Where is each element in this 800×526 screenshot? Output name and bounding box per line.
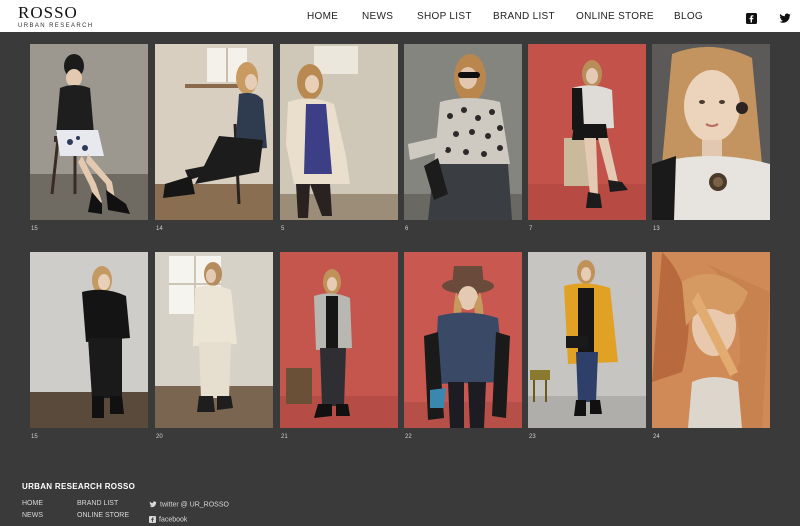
- nav-home[interactable]: HOME: [307, 11, 338, 22]
- look-number: 23: [529, 434, 536, 440]
- main-nav: HOME NEWS SHOP LIST BRAND LIST ONLINE ST…: [0, 11, 800, 23]
- footer-facebook-link[interactable]: facebook: [149, 516, 187, 523]
- look-photo[interactable]: [528, 44, 646, 220]
- look-number: 21: [281, 434, 288, 440]
- site-header: ROSSO URBAN RESEARCH HOME NEWS SHOP LIST…: [0, 0, 800, 32]
- look-number: 24: [653, 434, 660, 440]
- logo-subtext: URBAN RESEARCH: [18, 23, 94, 29]
- nav-shop-list[interactable]: SHOP LIST: [417, 11, 472, 22]
- nav-online-store[interactable]: ONLINE STORE: [576, 11, 654, 22]
- look-photo[interactable]: [30, 44, 148, 220]
- look-number: 7: [529, 226, 533, 232]
- footer-link-brand-list[interactable]: BRAND LIST: [77, 500, 118, 507]
- look-number: 13: [653, 226, 660, 232]
- footer-link-home[interactable]: HOME: [22, 500, 43, 507]
- facebook-icon[interactable]: [746, 11, 757, 24]
- nav-blog[interactable]: BLOG: [674, 11, 703, 22]
- look-photo[interactable]: [652, 252, 770, 428]
- twitter-icon: [149, 501, 157, 508]
- look-number: 15: [31, 434, 38, 440]
- look-number: 22: [405, 434, 412, 440]
- look-number: 20: [156, 434, 163, 440]
- look-photo[interactable]: [280, 44, 398, 220]
- footer-twitter-label: twitter @ UR_ROSSO: [160, 501, 229, 509]
- look-number: 5: [281, 226, 285, 232]
- look-photo[interactable]: [30, 252, 148, 428]
- nav-brand-list[interactable]: BRAND LIST: [493, 11, 555, 22]
- nav-news[interactable]: NEWS: [362, 11, 393, 22]
- site-footer: URBAN RESEARCH ROSSO HOME NEWS BRAND LIS…: [0, 470, 800, 526]
- footer-title: URBAN RESEARCH ROSSO: [22, 482, 136, 491]
- look-number: 14: [156, 226, 163, 232]
- look-photo[interactable]: [404, 44, 522, 220]
- look-photo[interactable]: [652, 44, 770, 220]
- footer-twitter-link[interactable]: twitter @ UR_ROSSO: [149, 501, 229, 508]
- twitter-icon[interactable]: [779, 11, 791, 23]
- look-photo[interactable]: [155, 44, 273, 220]
- look-photo[interactable]: [155, 252, 273, 428]
- footer-link-news[interactable]: NEWS: [22, 512, 43, 519]
- look-number: 15: [31, 226, 38, 232]
- footer-facebook-label: facebook: [159, 516, 188, 524]
- look-photo[interactable]: [404, 252, 522, 428]
- facebook-icon: [149, 516, 156, 523]
- look-number: 6: [405, 226, 409, 232]
- look-photo[interactable]: [280, 252, 398, 428]
- look-photo[interactable]: [528, 252, 646, 428]
- footer-link-online-store[interactable]: ONLINE STORE: [77, 512, 129, 519]
